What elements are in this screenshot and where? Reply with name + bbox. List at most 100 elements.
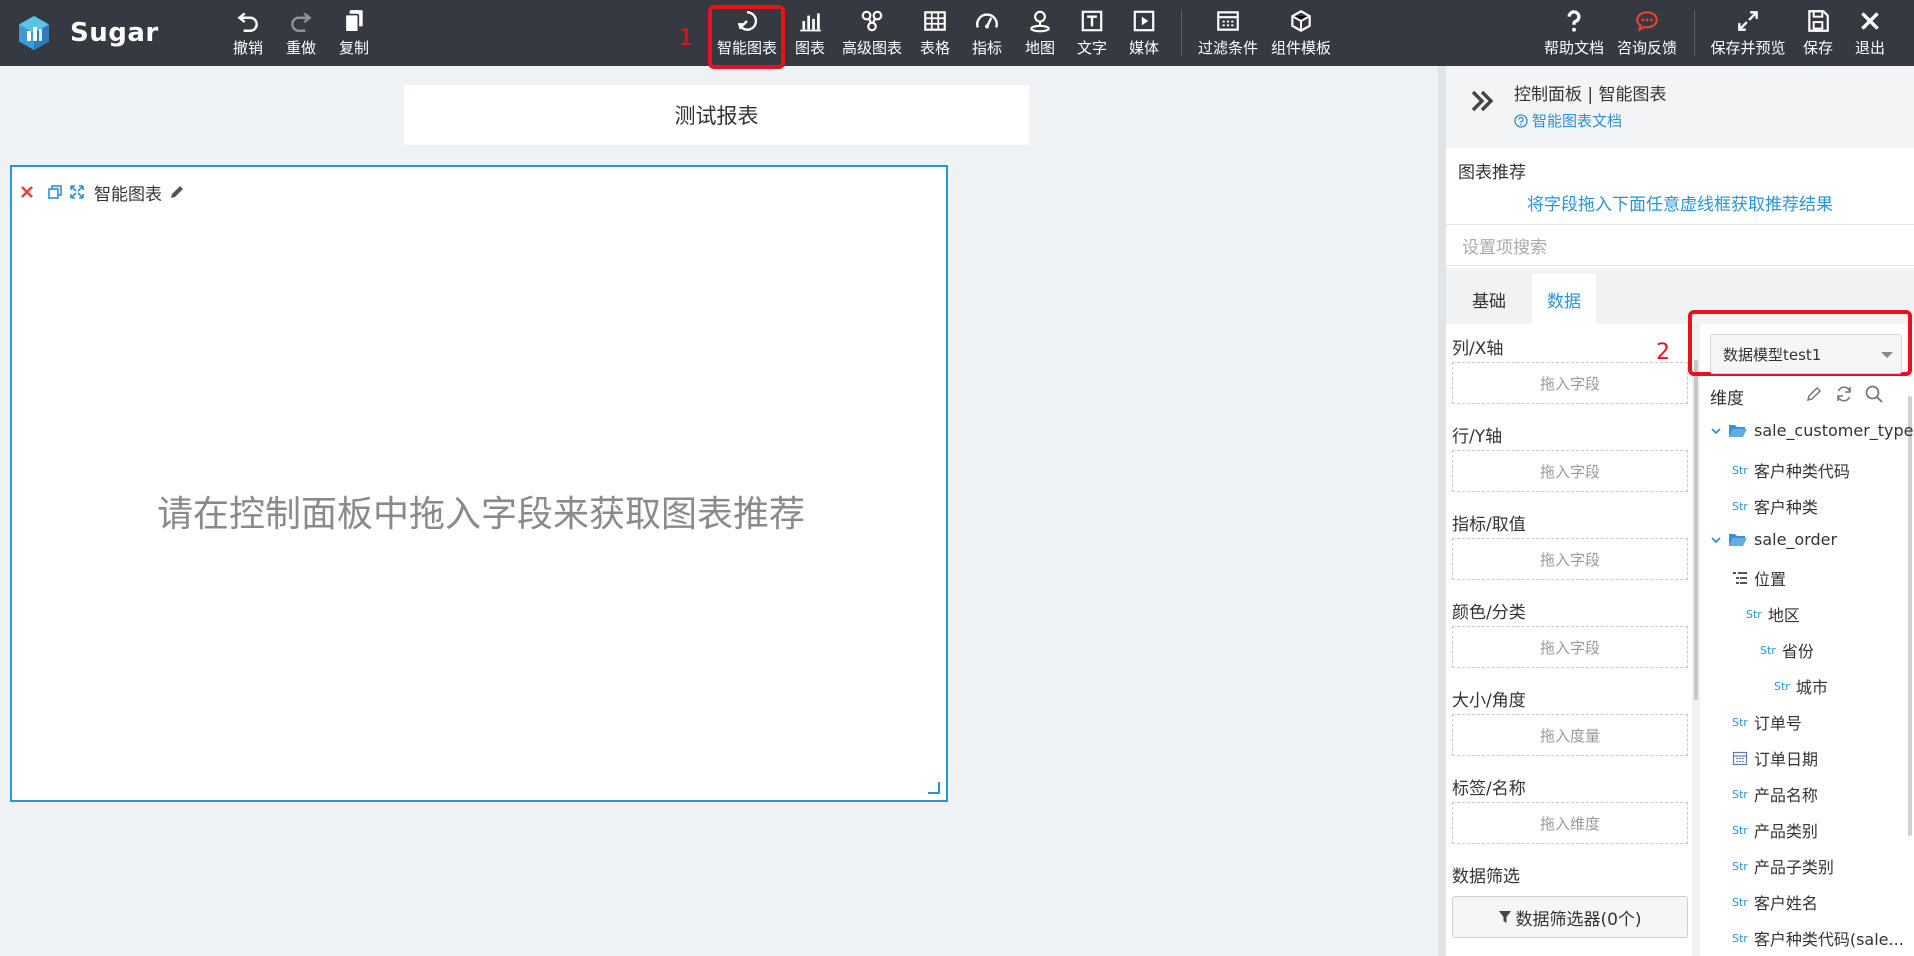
filter-panel-icon: [1217, 11, 1239, 31]
dimension-title: 维度: [1710, 389, 1744, 409]
tree-item-city[interactable]: Str 城市: [1774, 674, 1828, 698]
help-doc-button[interactable]: 帮助文档: [1543, 6, 1605, 60]
tree-item-label: 客户种类: [1753, 498, 1818, 517]
close-icon: [1861, 12, 1879, 30]
play-icon: [1133, 10, 1155, 32]
exit-button[interactable]: 退出: [1853, 6, 1887, 60]
tree-item-order-date[interactable]: 订单日期: [1732, 746, 1818, 770]
tree-item-label: 城市: [1795, 678, 1828, 697]
settings-search-input[interactable]: 设置项搜索: [1446, 224, 1914, 266]
tree-item-product-subcategory[interactable]: Str 产品子类别: [1732, 854, 1834, 878]
smart-chart-widget[interactable]: 智能图表 请在控制面板中拖入字段来获取图表推荐: [10, 165, 948, 802]
tree-item-label: 产品类别: [1753, 822, 1818, 841]
tree-item-label: 省份: [1781, 642, 1814, 661]
gauge-icon: [976, 13, 998, 29]
edit-dimension-icon[interactable]: [1804, 384, 1824, 404]
tree-item-product-name[interactable]: Str 产品名称: [1732, 782, 1818, 806]
tab-basic[interactable]: 基础: [1446, 274, 1532, 324]
collapse-panel-icon[interactable]: [1468, 86, 1498, 116]
table-button[interactable]: 表格: [918, 6, 952, 60]
data-filter-button[interactable]: 数据筛选器(0个): [1452, 896, 1688, 938]
metric-button[interactable]: 指标: [970, 6, 1004, 60]
string-type-icon: Str: [1760, 643, 1776, 657]
tree-item-province[interactable]: Str 省份: [1760, 638, 1814, 662]
chart-button[interactable]: 图表: [793, 6, 827, 60]
y-axis-drop-zone[interactable]: 拖入字段: [1452, 450, 1688, 492]
component-cube-icon: [1291, 10, 1311, 32]
undo-label: 撤销: [232, 39, 263, 57]
question-icon: [1567, 10, 1581, 32]
tree-item-label: 地区: [1767, 606, 1800, 625]
color-category-drop-zone[interactable]: 拖入字段: [1452, 626, 1688, 668]
report-title[interactable]: 测试报表: [404, 85, 1029, 145]
widget-title: 智能图表: [94, 184, 162, 205]
panel-header: 控制面板 | 智能图表 智能图表文档: [1446, 66, 1914, 148]
redo-button[interactable]: 重做: [283, 6, 319, 60]
tree-item-hierarchy-location[interactable]: 位置: [1732, 566, 1786, 590]
resize-handle[interactable]: [928, 782, 940, 794]
save-preview-label: 保存并预览: [1710, 39, 1786, 57]
smart-chart-doc-link[interactable]: 智能图表文档: [1514, 110, 1622, 131]
data-model-select[interactable]: 数据模型test1: [1710, 334, 1902, 374]
save-preview-button[interactable]: 保存并预览: [1708, 6, 1788, 60]
tree-scrollbar[interactable]: [1908, 396, 1912, 836]
metric-value-drop-zone[interactable]: 拖入字段: [1452, 538, 1688, 580]
tree-group-sale-order[interactable]: sale_order: [1710, 530, 1837, 549]
feedback-button[interactable]: 咨询反馈: [1616, 6, 1678, 60]
string-type-icon: Str: [1732, 463, 1748, 477]
fullscreen-icon[interactable]: [68, 183, 86, 201]
save-button[interactable]: 保存: [1801, 6, 1835, 60]
undo-button[interactable]: 撤销: [230, 6, 266, 60]
smart-chart-label: 智能图表: [716, 39, 777, 57]
search-icon[interactable]: [1864, 384, 1884, 404]
delete-icon[interactable]: [18, 183, 36, 201]
media-button[interactable]: 媒体: [1127, 6, 1161, 60]
chevron-down-icon: [1711, 536, 1721, 543]
folder-open-icon: [1729, 533, 1747, 546]
toolbar-separator-right: [1694, 10, 1695, 56]
column-scrollbar-thumb[interactable]: [1694, 360, 1698, 700]
tree-item-customer-type[interactable]: Str 客户种类: [1732, 494, 1818, 518]
x-axis-drop-zone[interactable]: 拖入字段: [1452, 362, 1688, 404]
widget-header: 智能图表: [18, 181, 190, 205]
funnel-icon: [1499, 911, 1512, 923]
expand-arrows-icon: [1738, 11, 1758, 31]
text-button[interactable]: 文字: [1075, 6, 1109, 60]
map-button[interactable]: 地图: [1023, 6, 1057, 60]
control-panel: 控制面板 | 智能图表 智能图表文档 图表推荐 将字段拖入下面任意虚线框获取推荐…: [1446, 66, 1914, 956]
edit-pencil-icon[interactable]: [168, 183, 186, 201]
panel-splitter[interactable]: [1438, 66, 1446, 956]
tree-item-order-no[interactable]: Str 订单号: [1732, 710, 1802, 734]
field-column-divider[interactable]: [1692, 324, 1700, 956]
refresh-icon[interactable]: [1834, 384, 1854, 404]
feedback-label: 咨询反馈: [1616, 39, 1677, 57]
tree-group-sale-customer-type[interactable]: sale_customer_type: [1710, 421, 1914, 440]
smart-chart-button[interactable]: 智能图表: [714, 6, 780, 60]
table-label: 表格: [919, 39, 950, 57]
chart-recommend-label: 图表推荐: [1458, 163, 1526, 183]
chart-label: 图表: [794, 39, 825, 57]
tree-item-customer-type-code-sale[interactable]: Str 客户种类代码(sale...: [1732, 926, 1904, 950]
tab-data[interactable]: 数据: [1532, 274, 1596, 324]
size-angle-drop-zone[interactable]: 拖入度量: [1452, 714, 1688, 756]
doc-link-label: 智能图表文档: [1532, 112, 1623, 130]
color-category-label: 颜色/分类: [1452, 603, 1526, 623]
duplicate-icon[interactable]: [46, 183, 64, 201]
copy-button[interactable]: 复制: [336, 6, 372, 60]
tree-item-customer-name[interactable]: Str 客户姓名: [1732, 890, 1818, 914]
tree-item-customer-type-code[interactable]: Str 客户种类代码: [1732, 458, 1850, 482]
tree-item-product-category[interactable]: Str 产品类别: [1732, 818, 1818, 842]
top-toolbar: Sugar 撤销 重做 复制 1 智能图表 图表 高级图表 表格 指标 地图 文…: [0, 0, 1914, 69]
redo-label: 重做: [285, 39, 316, 57]
undo-icon: [237, 12, 258, 32]
tree-item-region[interactable]: Str 地区: [1746, 602, 1800, 626]
chat-bubble-icon: [1636, 11, 1658, 32]
size-angle-label: 大小/角度: [1452, 691, 1526, 711]
label-name-drop-zone[interactable]: 拖入维度: [1452, 802, 1688, 844]
data-model-select-value: 数据模型test1: [1723, 345, 1822, 364]
brand: Sugar: [16, 12, 159, 54]
filter-condition-button[interactable]: 过滤条件: [1197, 6, 1259, 60]
advanced-chart-button[interactable]: 高级图表: [841, 6, 903, 60]
component-template-button[interactable]: 组件模板: [1270, 6, 1332, 60]
help-circle-icon: [1514, 113, 1528, 128]
